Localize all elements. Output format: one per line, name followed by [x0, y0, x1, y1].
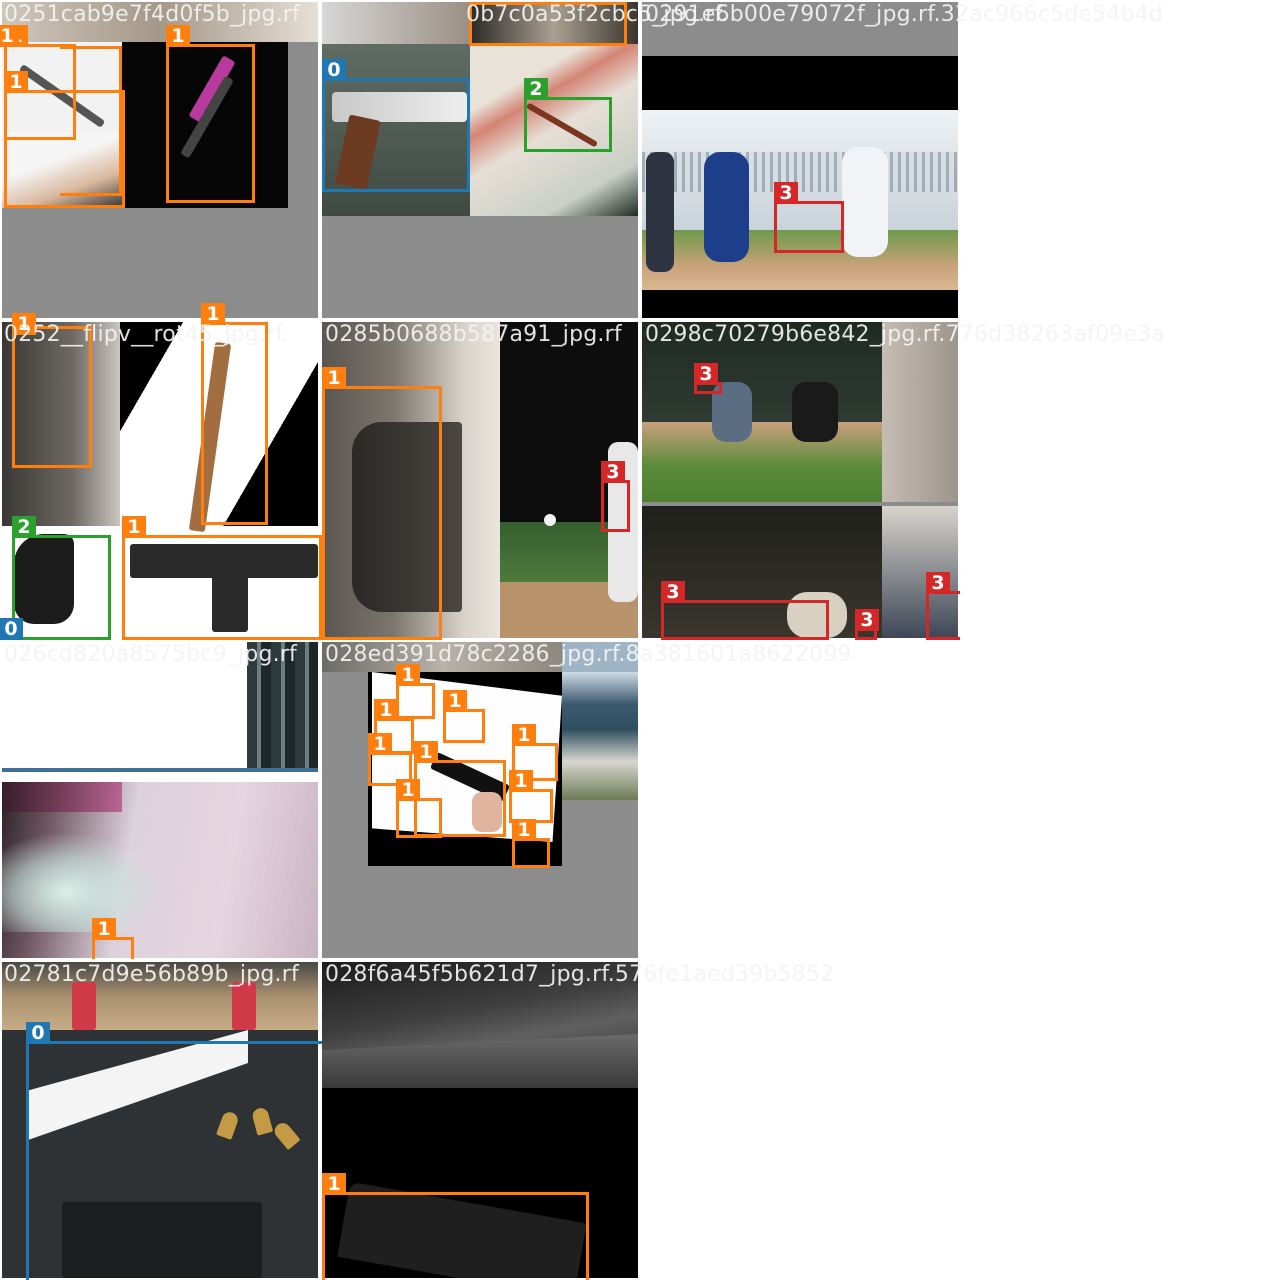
bbox-label: 0 — [26, 1022, 50, 1044]
bbox: 1 — [512, 819, 550, 868]
mosaic-tile — [642, 322, 958, 638]
tile-filename: 0285b0688b587a91_jpg.rf — [325, 322, 622, 347]
bbox-label: 2 — [12, 516, 36, 538]
bbox: 1 — [92, 918, 134, 959]
image-patch — [842, 147, 888, 257]
bbox: 1 — [322, 367, 442, 640]
bbox-label: 1 — [122, 516, 146, 538]
bbox-label: 1 — [368, 733, 392, 755]
bbox: 2 — [12, 516, 111, 640]
bbox-label: 3 — [855, 609, 879, 631]
bbox: 1 — [201, 303, 268, 525]
bbox-label: 1 — [396, 779, 420, 801]
bbox-label: 2 — [524, 78, 548, 100]
image-patch — [642, 290, 958, 318]
image-patch — [72, 982, 96, 1030]
bbox: 3 — [774, 182, 844, 253]
image-patch — [232, 982, 256, 1030]
bbox: 3 — [926, 572, 960, 640]
tile-filename: 028ed391d78c2286_jpg.rf.8a381601a8622099 — [325, 642, 852, 667]
bbox: 1 — [396, 664, 435, 719]
bbox: 3 — [694, 363, 722, 394]
bbox: 1 — [443, 690, 485, 743]
bbox-label: 1 — [166, 25, 190, 47]
image-patch — [642, 152, 958, 192]
bbox: 3 — [601, 461, 630, 532]
bbox: 1 — [322, 1173, 589, 1280]
mosaic-tile — [642, 2, 958, 318]
bbox-label: 1 — [374, 699, 398, 721]
tile-filename: 026cd820a8575bc9_jpg.rf — [4, 642, 297, 667]
mosaic-tile — [2, 642, 318, 958]
bbox-label: 1 — [509, 770, 533, 792]
bbox: 1 — [509, 770, 553, 823]
bbox-label: 0 — [0, 618, 23, 640]
bbox: 2 — [524, 78, 612, 152]
image-patch — [704, 152, 749, 262]
bbox-label: 3 — [926, 572, 950, 594]
bbox-label: 1 — [4, 71, 28, 93]
image-patch — [882, 322, 958, 502]
image-patch — [646, 152, 674, 272]
bbox: 3 — [661, 581, 829, 640]
bbox-label: 3 — [601, 461, 625, 483]
bbox-label: 1 — [443, 690, 467, 712]
bbox: 0 — [26, 1022, 322, 1280]
bbox-label: 1 — [512, 819, 536, 841]
image-patch — [544, 514, 556, 526]
bbox-label: 1 — [92, 918, 116, 940]
image-patch — [642, 56, 958, 110]
bbox-label: 3 — [694, 363, 718, 385]
image-patch — [322, 2, 470, 44]
bbox-label: 0 — [322, 59, 346, 81]
bbox-label: 1 — [512, 724, 536, 746]
image-patch — [2, 782, 122, 812]
bbox: 0 — [322, 59, 470, 192]
tile-filename: 0298c70279b6e842_jpg.rf.776d38263af09e3a — [645, 322, 1165, 347]
tile-filename: 028f6a45f5b621d7_jpg.rf.576fe1aed39b5852 — [325, 962, 835, 987]
image-patch — [2, 832, 162, 932]
tile-filename: 02781c7d9e56b89b_jpg.rf — [4, 962, 299, 987]
image-patch — [2, 768, 318, 772]
tile-filename: 0251cab9e7f4d0f5b_jpg.rf — [4, 2, 301, 27]
bbox: 3 — [855, 609, 879, 640]
image-patch — [792, 382, 838, 442]
bbox-label: 1 — [322, 1173, 346, 1195]
bbox-label: 3 — [774, 182, 798, 204]
tile-filename: 0252__flipv__rot45_jpg.rf. — [4, 322, 290, 347]
tile-filename: 0291e6b00e79072f_jpg.rf.32ac966c5de54b4d — [645, 2, 1164, 27]
bbox: 1 — [166, 25, 255, 203]
bbox-label: 1 — [0, 25, 19, 47]
image-patch — [562, 672, 638, 800]
image-patch — [642, 422, 882, 502]
bbox: 1 — [0, 25, 122, 196]
bbox-label: 3 — [661, 581, 685, 603]
bbox: 1 — [416, 760, 418, 762]
bbox: 1 — [396, 779, 442, 838]
bbox-label: 1 — [322, 367, 346, 389]
bbox: 1 — [122, 516, 322, 640]
